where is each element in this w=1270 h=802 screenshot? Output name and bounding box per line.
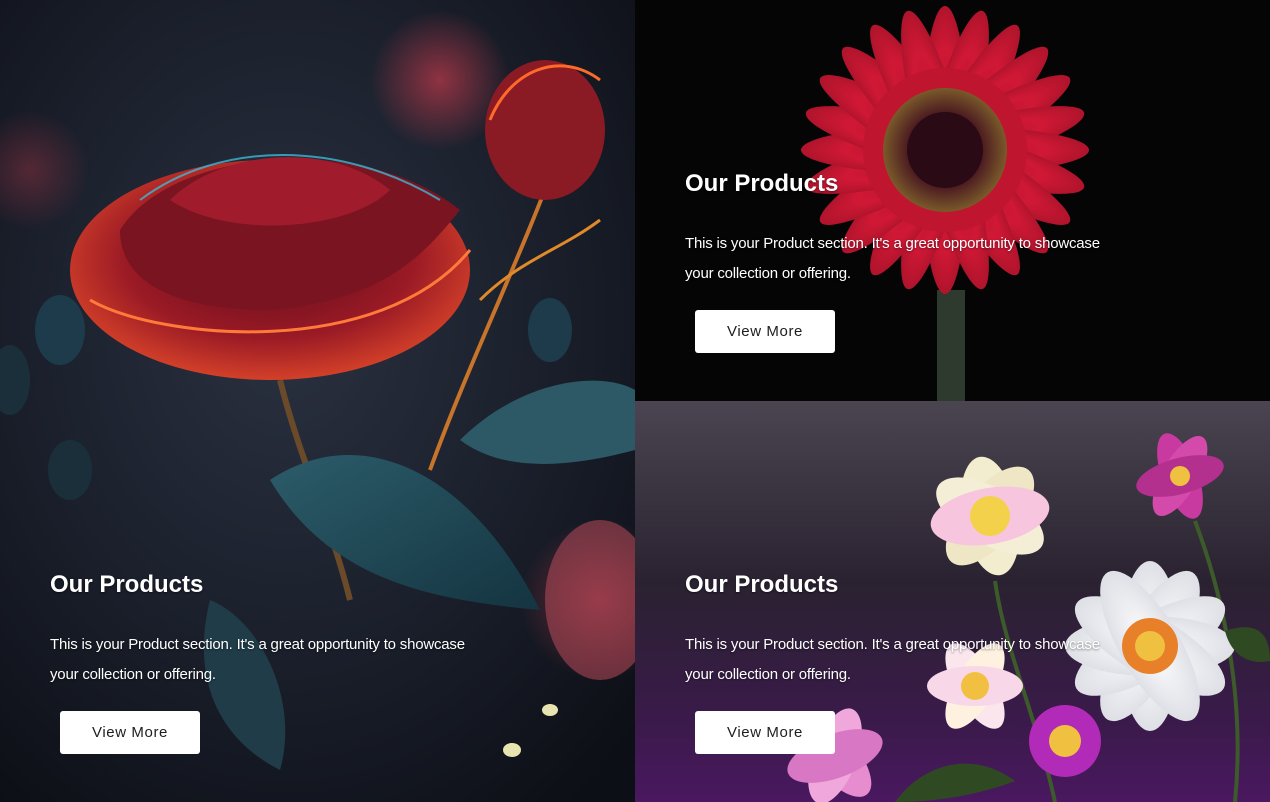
- view-more-button[interactable]: View More: [60, 711, 200, 754]
- tile-title: Our Products: [685, 170, 839, 197]
- product-tile-bouquet: Our Products This is your Product sectio…: [635, 401, 1270, 802]
- tile-description: This is your Product section. It's a gre…: [685, 229, 1145, 289]
- description-line-2: your collection or offering.: [685, 666, 851, 683]
- tile-description: This is your Product section. It's a gre…: [685, 630, 1145, 690]
- description-line-2: your collection or offering.: [50, 666, 216, 683]
- tile-description: This is your Product section. It's a gre…: [50, 630, 510, 690]
- rose-tile-content: Our Products This is your Product sectio…: [50, 570, 510, 754]
- view-more-button[interactable]: View More: [695, 711, 835, 754]
- gerbera-tile-content: Our Products This is your Product sectio…: [685, 169, 1145, 353]
- description-line-1: This is your Product section. It's a gre…: [50, 636, 465, 653]
- tile-title: Our Products: [685, 571, 839, 598]
- description-line-1: This is your Product section. It's a gre…: [685, 235, 1100, 252]
- product-tile-rose: Our Products This is your Product sectio…: [0, 0, 635, 802]
- description-line-1: This is your Product section. It's a gre…: [685, 636, 1100, 653]
- view-more-button[interactable]: View More: [695, 310, 835, 353]
- bouquet-tile-content: Our Products This is your Product sectio…: [685, 570, 1145, 754]
- tile-title: Our Products: [50, 571, 204, 598]
- product-tile-gerbera: Our Products This is your Product sectio…: [635, 0, 1270, 401]
- description-line-2: your collection or offering.: [685, 265, 851, 282]
